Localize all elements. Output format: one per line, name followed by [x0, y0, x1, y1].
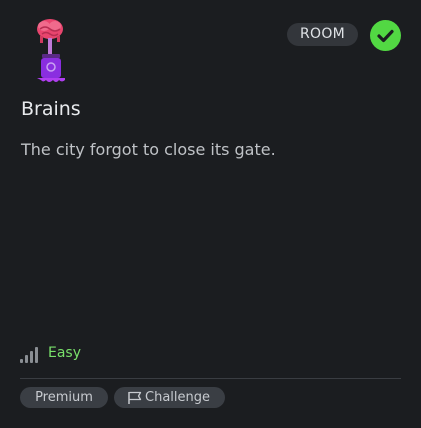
room-title[interactable]: Brains	[21, 97, 81, 121]
difficulty-indicator: Easy	[20, 343, 81, 363]
tag-challenge: Challenge	[114, 387, 225, 408]
tag-premium: Premium	[20, 387, 108, 408]
signal-bars-icon	[20, 345, 40, 363]
difficulty-label: Easy	[48, 345, 82, 361]
tag-label: Challenge	[145, 390, 210, 405]
room-card[interactable]: ROOM Brains The city forgot to close its…	[0, 0, 421, 428]
room-description: The city forgot to close its gate.	[21, 140, 276, 159]
check-circle-icon	[370, 20, 401, 51]
room-type-badge: ROOM	[287, 23, 358, 46]
brain-in-jar-icon	[28, 16, 74, 84]
tag-label: Premium	[35, 390, 93, 405]
flag-icon	[128, 391, 142, 404]
divider	[20, 378, 401, 379]
